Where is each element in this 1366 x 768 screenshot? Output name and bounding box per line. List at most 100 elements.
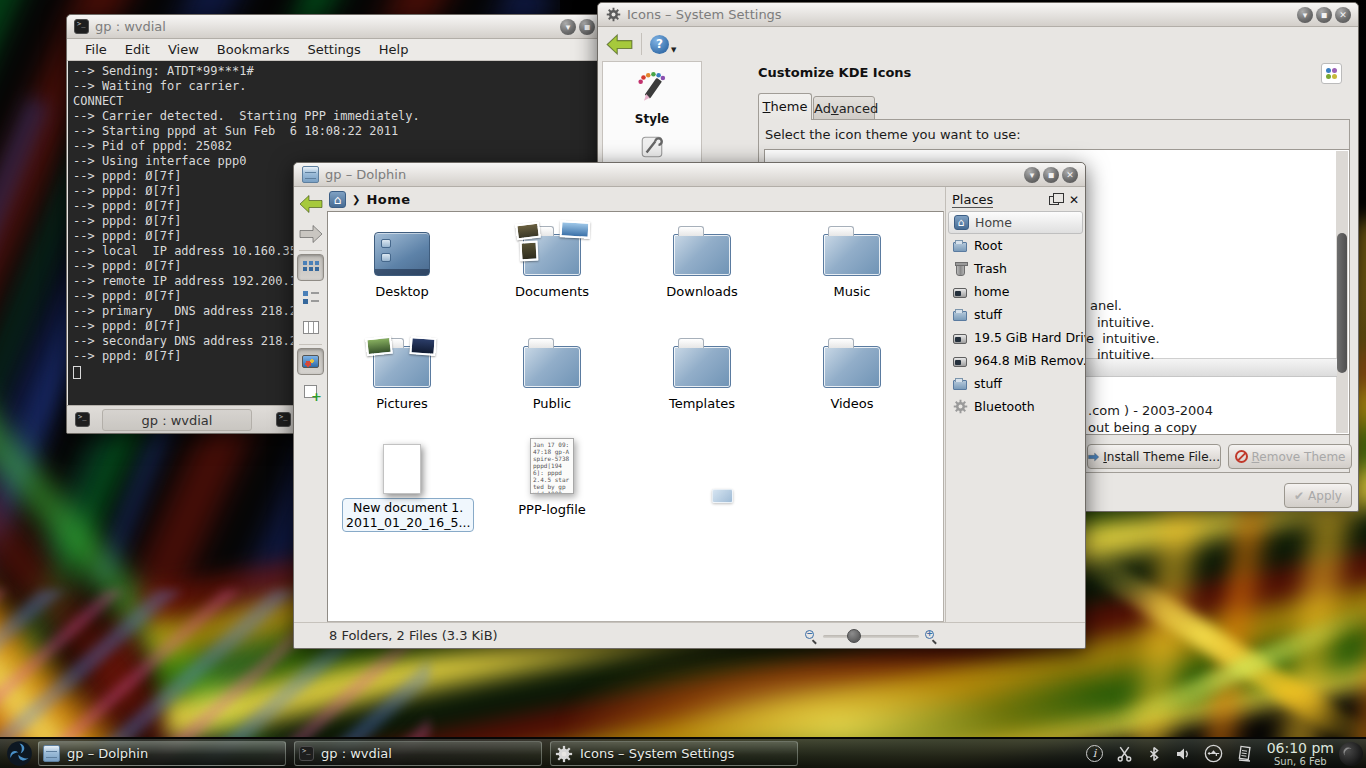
document-icon (383, 444, 421, 494)
close-button[interactable]: ✕ (1062, 167, 1078, 183)
remove-theme-button[interactable]: Remove Theme (1228, 444, 1352, 469)
notifications-icon[interactable]: i (1086, 745, 1103, 762)
place-bluetooth[interactable]: Bluetooth (946, 395, 1085, 418)
menu-view[interactable]: View (160, 42, 207, 57)
file-item-new-document[interactable]: New document 1. 2011_01_20_16_5... (342, 438, 462, 532)
task-wvdial[interactable]: >_ gp : wvdial (294, 741, 542, 766)
sidebar-item-next[interactable] (603, 126, 701, 164)
zoom-slider-thumb[interactable] (847, 629, 861, 643)
close-button[interactable]: ✕ (1335, 7, 1351, 23)
dolphin-icon (43, 745, 60, 762)
tab-list-icon[interactable]: >_ (276, 412, 291, 427)
clock[interactable]: 06:10 pm Sun, 6 Feb (1267, 741, 1334, 767)
plasma-toolbox-icon[interactable] (1339, 742, 1363, 766)
drag-ghost-icon (712, 489, 733, 503)
folder-item-pictures[interactable]: Pictures (342, 334, 462, 411)
folder-item-documents[interactable]: Documents (492, 222, 612, 299)
place-stuff[interactable]: stuff (946, 303, 1085, 326)
split-button[interactable] (297, 378, 324, 405)
volume-icon[interactable] (1175, 746, 1191, 762)
place-home[interactable]: ⌂Home (948, 211, 1083, 234)
breadcrumb-home[interactable]: Home (366, 192, 410, 207)
menu-bookmarks[interactable]: Bookmarks (209, 42, 298, 57)
folder-item-public[interactable]: Public (492, 334, 612, 411)
printer-icon[interactable] (1236, 745, 1254, 763)
help-button[interactable]: ? (650, 35, 669, 54)
maximize-button[interactable]: ◾ (579, 19, 595, 35)
dolphin-titlebar[interactable]: gp – Dolphin ▾ ◾ ✕ (294, 163, 1085, 187)
breadcrumb-separator: ❯ (352, 194, 360, 205)
folder-item-templates[interactable]: Templates (642, 334, 762, 411)
place-trash[interactable]: Trash (946, 257, 1085, 280)
folder-icon (673, 346, 731, 388)
settings-titlebar[interactable]: Icons – System Settings ▾ ◾ ✕ (598, 3, 1358, 27)
task-dolphin[interactable]: gp – Dolphin (38, 741, 286, 766)
folder-icon (823, 234, 881, 276)
detach-panel-icon[interactable] (1049, 196, 1059, 205)
folder-icon (953, 380, 967, 390)
tool-icon (639, 134, 665, 160)
folder-item-music[interactable]: Music (792, 222, 912, 299)
folder-icon (673, 234, 731, 276)
menu-edit[interactable]: Edit (117, 42, 158, 57)
install-theme-button[interactable]: Install Theme File... (1087, 444, 1221, 469)
settings-title: Icons – System Settings (627, 7, 782, 22)
terminal-icon: >_ (299, 746, 314, 761)
selected-file-label: New document 1. 2011_01_20_16_5... (342, 498, 474, 532)
task-system-settings[interactable]: Icons – System Settings (550, 741, 798, 766)
folder-item-downloads[interactable]: Downloads (642, 222, 762, 299)
forward-button[interactable] (297, 220, 324, 247)
scrollbar-thumb[interactable] (1337, 233, 1347, 373)
konsole-titlebar[interactable]: >_ gp : wvdial ▾ ◾ ✕ (67, 15, 621, 39)
preview-button[interactable] (297, 348, 324, 375)
close-panel-icon[interactable]: ✕ (1069, 193, 1079, 207)
zoom-slider[interactable] (823, 635, 919, 638)
maximize-button[interactable]: ◾ (1043, 167, 1059, 183)
menu-help[interactable]: Help (371, 42, 417, 57)
zoom-out-icon[interactable]: − (805, 630, 817, 642)
icons-view-button[interactable] (297, 254, 324, 281)
places-panel: Places ✕ ⌂Home Root Trash home stuff 19.… (945, 187, 1085, 622)
place-hard-drive[interactable]: 19.5 GiB Hard Drive (946, 326, 1085, 349)
kde-logo-icon (6, 740, 33, 767)
chevron-down-icon: ▼ (671, 46, 676, 54)
folder-item-desktop[interactable]: Desktop (342, 222, 462, 299)
minimize-button[interactable]: ▾ (1297, 7, 1313, 23)
columns-view-button[interactable] (297, 314, 324, 341)
place-root[interactable]: Root (946, 234, 1085, 257)
style-icon (634, 70, 670, 104)
folder-item-videos[interactable]: Videos (792, 334, 912, 411)
dolphin-view[interactable]: Desktop Documents Downloads Music (327, 211, 944, 622)
tab-theme[interactable]: Theme (758, 93, 812, 120)
place-stuff2[interactable]: stuff (946, 372, 1085, 395)
file-item-ppp-logfile[interactable]: Jan 17 09:47:18 gp-Aspire-5738 pppd[1946… (492, 438, 612, 517)
back-button[interactable] (606, 33, 633, 56)
konsole-tab[interactable]: gp : wvdial (102, 409, 252, 431)
minimize-button[interactable]: ▾ (560, 19, 576, 35)
overview-icon[interactable] (1321, 63, 1342, 84)
menu-settings[interactable]: Settings (299, 42, 368, 57)
home-icon: ⌂ (954, 215, 969, 230)
konsole-title: gp : wvdial (95, 19, 166, 34)
scrollbar[interactable] (1336, 151, 1348, 433)
places-title: Places (952, 192, 993, 208)
sidebar-item-style[interactable]: Style (603, 62, 701, 126)
zoom-in-icon[interactable]: + (925, 630, 937, 642)
back-button[interactable] (297, 190, 324, 217)
maximize-button[interactable]: ◾ (1316, 7, 1332, 23)
place-home-partition[interactable]: home (946, 280, 1085, 303)
home-icon[interactable]: ⌂ (329, 191, 346, 208)
new-tab-icon[interactable]: >_ (75, 412, 90, 427)
apply-button[interactable]: ✔ Apply (1284, 483, 1352, 508)
trash-icon (956, 264, 965, 276)
device-notifier-icon[interactable] (1204, 744, 1223, 763)
kde-launcher-button[interactable] (0, 739, 38, 768)
bluetooth-icon[interactable] (1146, 746, 1162, 762)
folder-icon (953, 242, 967, 252)
menu-file[interactable]: File (77, 42, 115, 57)
tab-advanced[interactable]: Advanced (813, 96, 875, 120)
place-removable[interactable]: 964.8 MiB Remov... (946, 349, 1085, 372)
details-view-button[interactable] (297, 284, 324, 311)
klipper-icon[interactable] (1116, 745, 1133, 762)
minimize-button[interactable]: ▾ (1024, 167, 1040, 183)
